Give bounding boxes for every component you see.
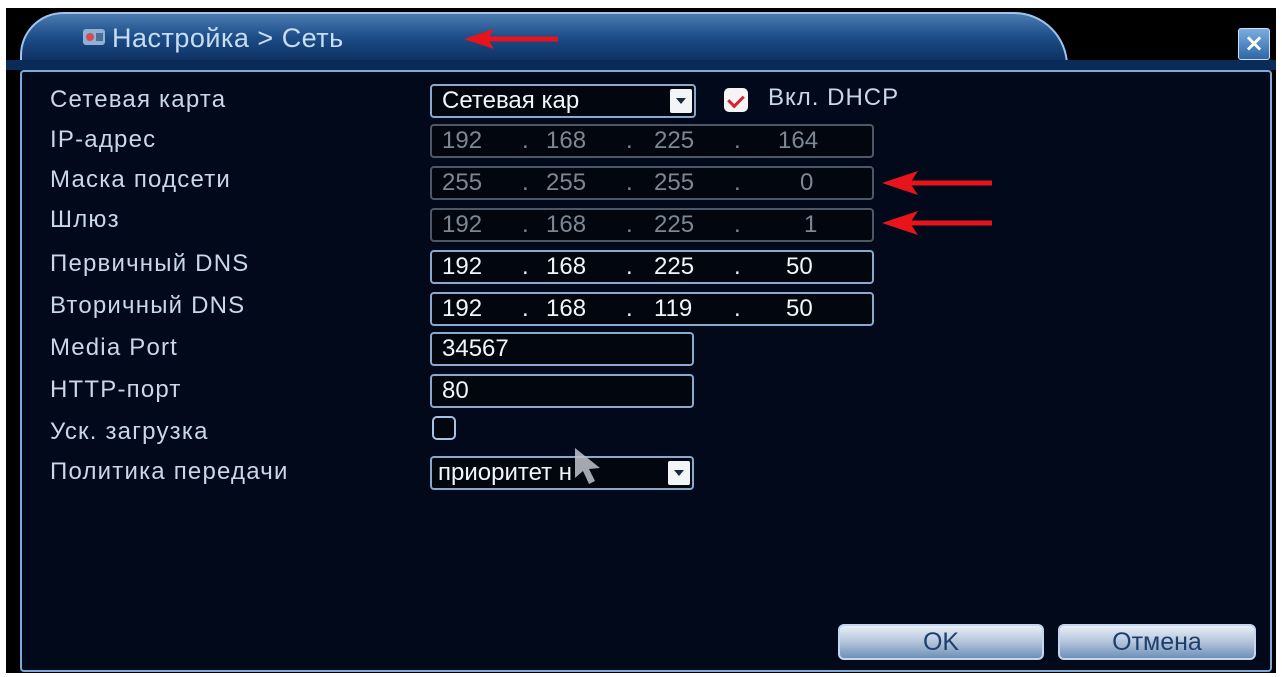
chevron-down-icon[interactable] — [670, 89, 692, 113]
ip-octet-2: 168 — [546, 127, 587, 154]
pdns-octet-1[interactable]: 192 — [442, 252, 482, 282]
mask-octet-4: 0 — [800, 169, 814, 196]
subnet-mask-label: Маска подсети — [50, 166, 232, 193]
window-title: Настройка > Сеть — [112, 23, 344, 53]
mask-octet-2: 255 — [546, 169, 587, 196]
gateway-field: 192 . 168 . 225 . 1 — [430, 208, 874, 242]
media-port-input[interactable]: 34567 — [430, 332, 694, 366]
network-card-dropdown[interactable]: Сетевая кар — [430, 84, 696, 118]
gateway-octet-2: 168 — [546, 211, 587, 238]
transfer-policy-dropdown[interactable]: приоритет н — [430, 456, 694, 490]
primary-dns-label: Первичный DNS — [50, 250, 250, 277]
mask-octet-3: 255 — [654, 169, 695, 196]
sdns-octet-4[interactable]: 50 — [786, 294, 813, 324]
ip-octet-4: 164 — [778, 127, 819, 154]
http-port-label: HTTP-порт — [50, 376, 182, 403]
secondary-dns-label: Вторичный DNS — [50, 292, 246, 319]
sdns-octet-1[interactable]: 192 — [442, 294, 482, 324]
annotation-arrow-icon — [464, 29, 558, 49]
ip-octet-3: 225 — [654, 127, 695, 154]
gateway-label: Шлюз — [50, 206, 120, 233]
transfer-policy-label: Политика передачи — [50, 458, 289, 485]
settings-panel — [20, 70, 1272, 672]
chevron-down-icon[interactable] — [668, 461, 690, 485]
gateway-octet-4: 1 — [804, 211, 818, 238]
primary-dns-field[interactable]: 192 . 168 . 225 . 50 — [430, 250, 874, 284]
secondary-dns-field[interactable]: 192 . 168 . 119 . 50 — [430, 292, 874, 326]
media-port-label: Media Port — [50, 334, 179, 361]
cancel-button[interactable]: Отмена — [1058, 624, 1256, 660]
ip-address-field: 192 . 168 . 225 . 164 — [430, 124, 874, 158]
gateway-octet-1: 192 — [442, 211, 483, 238]
network-card-value: Сетевая кар — [442, 87, 580, 114]
ip-octet-1: 192 — [442, 127, 483, 154]
ip-address-label: IP-адрес — [50, 126, 157, 153]
ok-button[interactable]: OK — [838, 624, 1044, 660]
mask-octet-1: 255 — [442, 169, 483, 196]
transfer-policy-value: приоритет н — [438, 459, 573, 486]
sdns-octet-2[interactable]: 168 — [546, 294, 586, 324]
pdns-octet-3[interactable]: 225 — [654, 252, 694, 282]
sdns-octet-3[interactable]: 119 — [654, 294, 692, 324]
dhcp-label: Вкл. DHCP — [768, 84, 900, 111]
http-port-input[interactable]: 80 — [430, 374, 694, 408]
network-card-label: Сетевая карта — [50, 86, 227, 113]
annotation-arrow-icon — [882, 211, 992, 235]
settings-icon — [83, 29, 105, 45]
close-button[interactable]: × — [1238, 28, 1270, 60]
pdns-octet-4[interactable]: 50 — [786, 252, 813, 282]
annotation-arrow-icon — [882, 171, 992, 195]
pdns-octet-2[interactable]: 168 — [546, 252, 586, 282]
fast-download-checkbox[interactable] — [432, 416, 456, 440]
fast-download-label: Уск. загрузка — [50, 418, 209, 445]
gateway-octet-3: 225 — [654, 211, 695, 238]
subnet-mask-field: 255 . 255 . 255 . 0 — [430, 166, 874, 200]
dhcp-checkbox[interactable] — [724, 88, 748, 112]
title-underline — [6, 60, 1276, 70]
mouse-cursor-icon — [575, 448, 600, 484]
